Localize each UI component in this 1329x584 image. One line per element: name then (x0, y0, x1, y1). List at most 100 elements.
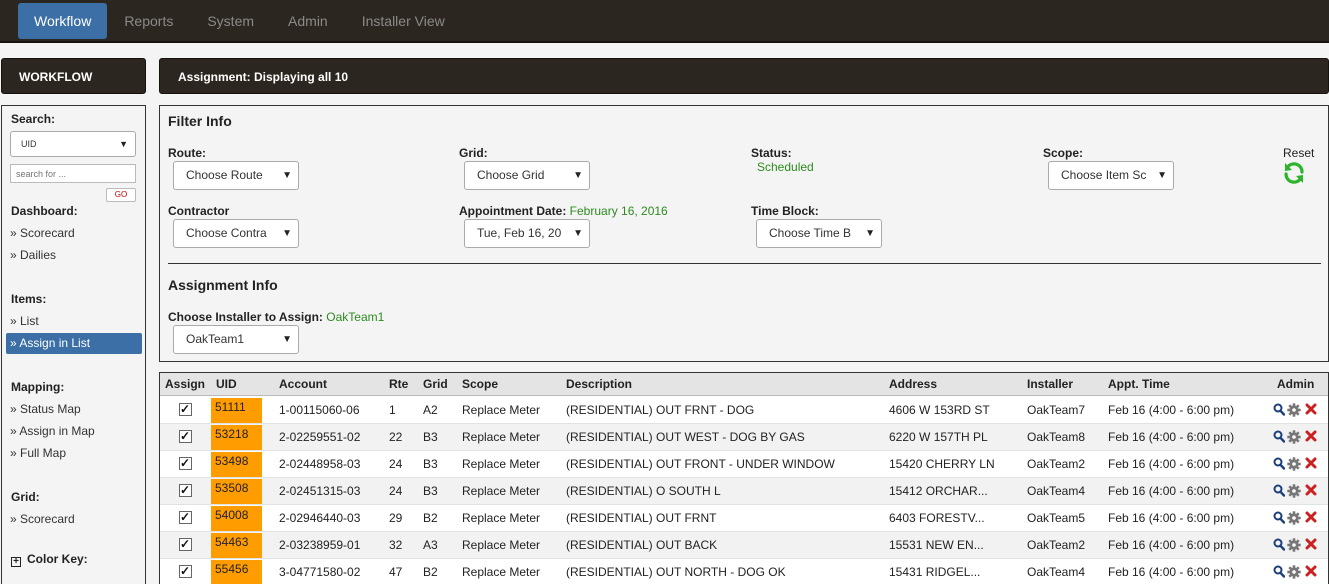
scope-cell: Replace Meter (462, 403, 541, 417)
grid-cell: A3 (423, 538, 438, 552)
appt-cell: Feb 16 (4:00 - 6:00 pm) (1108, 565, 1235, 579)
nav-tab-workflow[interactable]: Workflow (18, 2, 108, 39)
main-header: Assignment: Displaying all 10 (159, 58, 1329, 94)
col-scope[interactable]: Scope (462, 377, 498, 391)
chevron-down-icon: ▼ (282, 228, 292, 239)
gear-icon[interactable] (1287, 484, 1301, 498)
address-cell: 15431 RIDGEL... (889, 565, 981, 579)
search-icon[interactable] (1273, 565, 1285, 578)
nav-tab-system[interactable]: System (190, 3, 271, 39)
chevron-down-icon: ▼ (573, 170, 583, 181)
grid-label: Grid: (11, 490, 40, 504)
sidebar-link-dailies[interactable]: » Dailies (10, 248, 56, 262)
scope-cell: Replace Meter (462, 484, 541, 498)
installer-select[interactable]: OakTeam1 ▼ (173, 325, 299, 354)
appt-cell: Feb 16 (4:00 - 6:00 pm) (1108, 538, 1235, 552)
delete-icon[interactable] (1305, 403, 1317, 415)
search-icon[interactable] (1273, 538, 1285, 551)
scope-cell: Replace Meter (462, 457, 541, 471)
gear-icon[interactable] (1287, 511, 1301, 525)
sidebar-link-status-map[interactable]: » Status Map (10, 402, 81, 416)
delete-icon[interactable] (1305, 484, 1317, 496)
col-assign[interactable]: Assign (165, 377, 205, 391)
scope-cell: Replace Meter (462, 538, 541, 552)
delete-icon[interactable] (1305, 457, 1317, 469)
uid-cell[interactable]: 55456 (211, 560, 262, 584)
description-cell: (RESIDENTIAL) OUT FRONT - UNDER WINDOW (566, 457, 835, 471)
account-cell: 2-02259551-02 (279, 430, 361, 444)
grid-cell: B3 (423, 484, 438, 498)
col-appt-time[interactable]: Appt. Time (1108, 377, 1170, 391)
gear-icon[interactable] (1287, 457, 1301, 471)
search-icon[interactable] (1273, 484, 1285, 497)
assign-checkbox[interactable]: ✓ (179, 565, 192, 578)
table-row: ✓ 54463 2-03238959-01 32 A3 Replace Meter (RES… (160, 532, 1328, 559)
installer-cell: OakTeam2 (1027, 538, 1086, 552)
account-cell: 1-00115060-06 (279, 403, 360, 417)
gear-icon[interactable] (1287, 430, 1301, 444)
scope-select[interactable]: Choose Item Sc ▼ (1048, 161, 1174, 190)
col-installer[interactable]: Installer (1027, 377, 1073, 391)
uid-cell[interactable]: 54008 (211, 506, 262, 531)
rte-cell: 22 (389, 430, 403, 444)
assign-checkbox[interactable]: ✓ (179, 538, 192, 551)
refresh-icon[interactable] (1282, 161, 1306, 185)
sidebar-link-assign-in-list[interactable]: » Assign in List (6, 333, 142, 354)
sidebar-link-list[interactable]: » List (10, 314, 39, 328)
delete-icon[interactable] (1305, 511, 1317, 523)
route-select[interactable]: Choose Route ▼ (173, 161, 299, 190)
sidebar-link-assign-in-map[interactable]: » Assign in Map (10, 424, 95, 438)
contractor-select[interactable]: Choose Contra ▼ (173, 219, 299, 248)
delete-icon[interactable] (1305, 565, 1317, 577)
search-input[interactable] (10, 164, 136, 183)
sidebar-link-grid-scorecard[interactable]: » Scorecard (10, 512, 75, 526)
sidebar-link-full-map[interactable]: » Full Map (10, 446, 66, 460)
color-key-toggle[interactable]: + Color Key: (11, 552, 88, 567)
description-cell: (RESIDENTIAL) OUT WEST - DOG BY GAS (566, 430, 805, 444)
assign-checkbox[interactable]: ✓ (179, 457, 192, 470)
assign-checkbox[interactable]: ✓ (179, 403, 192, 416)
time-block-select-value: Choose Time B (769, 226, 852, 240)
col-uid[interactable]: UID (216, 377, 237, 391)
search-icon[interactable] (1273, 457, 1285, 470)
col-account[interactable]: Account (279, 377, 327, 391)
uid-cell[interactable]: 53498 (211, 452, 262, 477)
gear-icon[interactable] (1287, 403, 1301, 417)
col-description[interactable]: Description (566, 377, 632, 391)
assign-checkbox[interactable]: ✓ (179, 430, 192, 443)
search-icon[interactable] (1273, 403, 1285, 416)
rte-cell: 29 (389, 511, 403, 525)
grid-select[interactable]: Choose Grid ▼ (464, 161, 590, 190)
assignment-info-title: Assignment Info (168, 277, 278, 293)
address-cell: 6403 FORESTV... (889, 511, 985, 525)
assign-checkbox[interactable]: ✓ (179, 511, 192, 524)
col-grid[interactable]: Grid (423, 377, 448, 391)
gear-icon[interactable] (1287, 565, 1301, 579)
uid-cell[interactable]: 53508 (211, 479, 262, 504)
assign-checkbox[interactable]: ✓ (179, 484, 192, 497)
gear-icon[interactable] (1287, 538, 1301, 552)
search-icon[interactable] (1273, 511, 1285, 524)
uid-cell[interactable]: 53218 (211, 425, 262, 450)
uid-cell[interactable]: 54463 (211, 533, 262, 558)
installer-cell: OakTeam4 (1027, 565, 1086, 579)
address-cell: 15531 NEW EN... (889, 538, 984, 552)
nav-tab-installer-view[interactable]: Installer View (345, 3, 462, 39)
appt-cell: Feb 16 (4:00 - 6:00 pm) (1108, 457, 1235, 471)
col-rte[interactable]: Rte (389, 377, 408, 391)
uid-cell[interactable]: 51111 (211, 398, 262, 423)
nav-tab-admin[interactable]: Admin (271, 3, 345, 39)
reset-label[interactable]: Reset (1283, 146, 1314, 160)
appointment-date-select[interactable]: Tue, Feb 16, 20 ▼ (464, 219, 590, 248)
nav-tab-reports[interactable]: Reports (107, 3, 190, 39)
go-button[interactable]: GO (106, 188, 136, 202)
search-icon[interactable] (1273, 430, 1285, 443)
delete-icon[interactable] (1305, 538, 1317, 550)
time-block-select[interactable]: Choose Time B ▼ (756, 219, 882, 248)
search-type-select[interactable]: UID ▼ (10, 131, 136, 157)
delete-icon[interactable] (1305, 430, 1317, 442)
col-address[interactable]: Address (889, 377, 937, 391)
grid-cell: B3 (423, 430, 438, 444)
appt-cell: Feb 16 (4:00 - 6:00 pm) (1108, 403, 1235, 417)
sidebar-link-dashboard-scorecard[interactable]: » Scorecard (10, 226, 75, 240)
